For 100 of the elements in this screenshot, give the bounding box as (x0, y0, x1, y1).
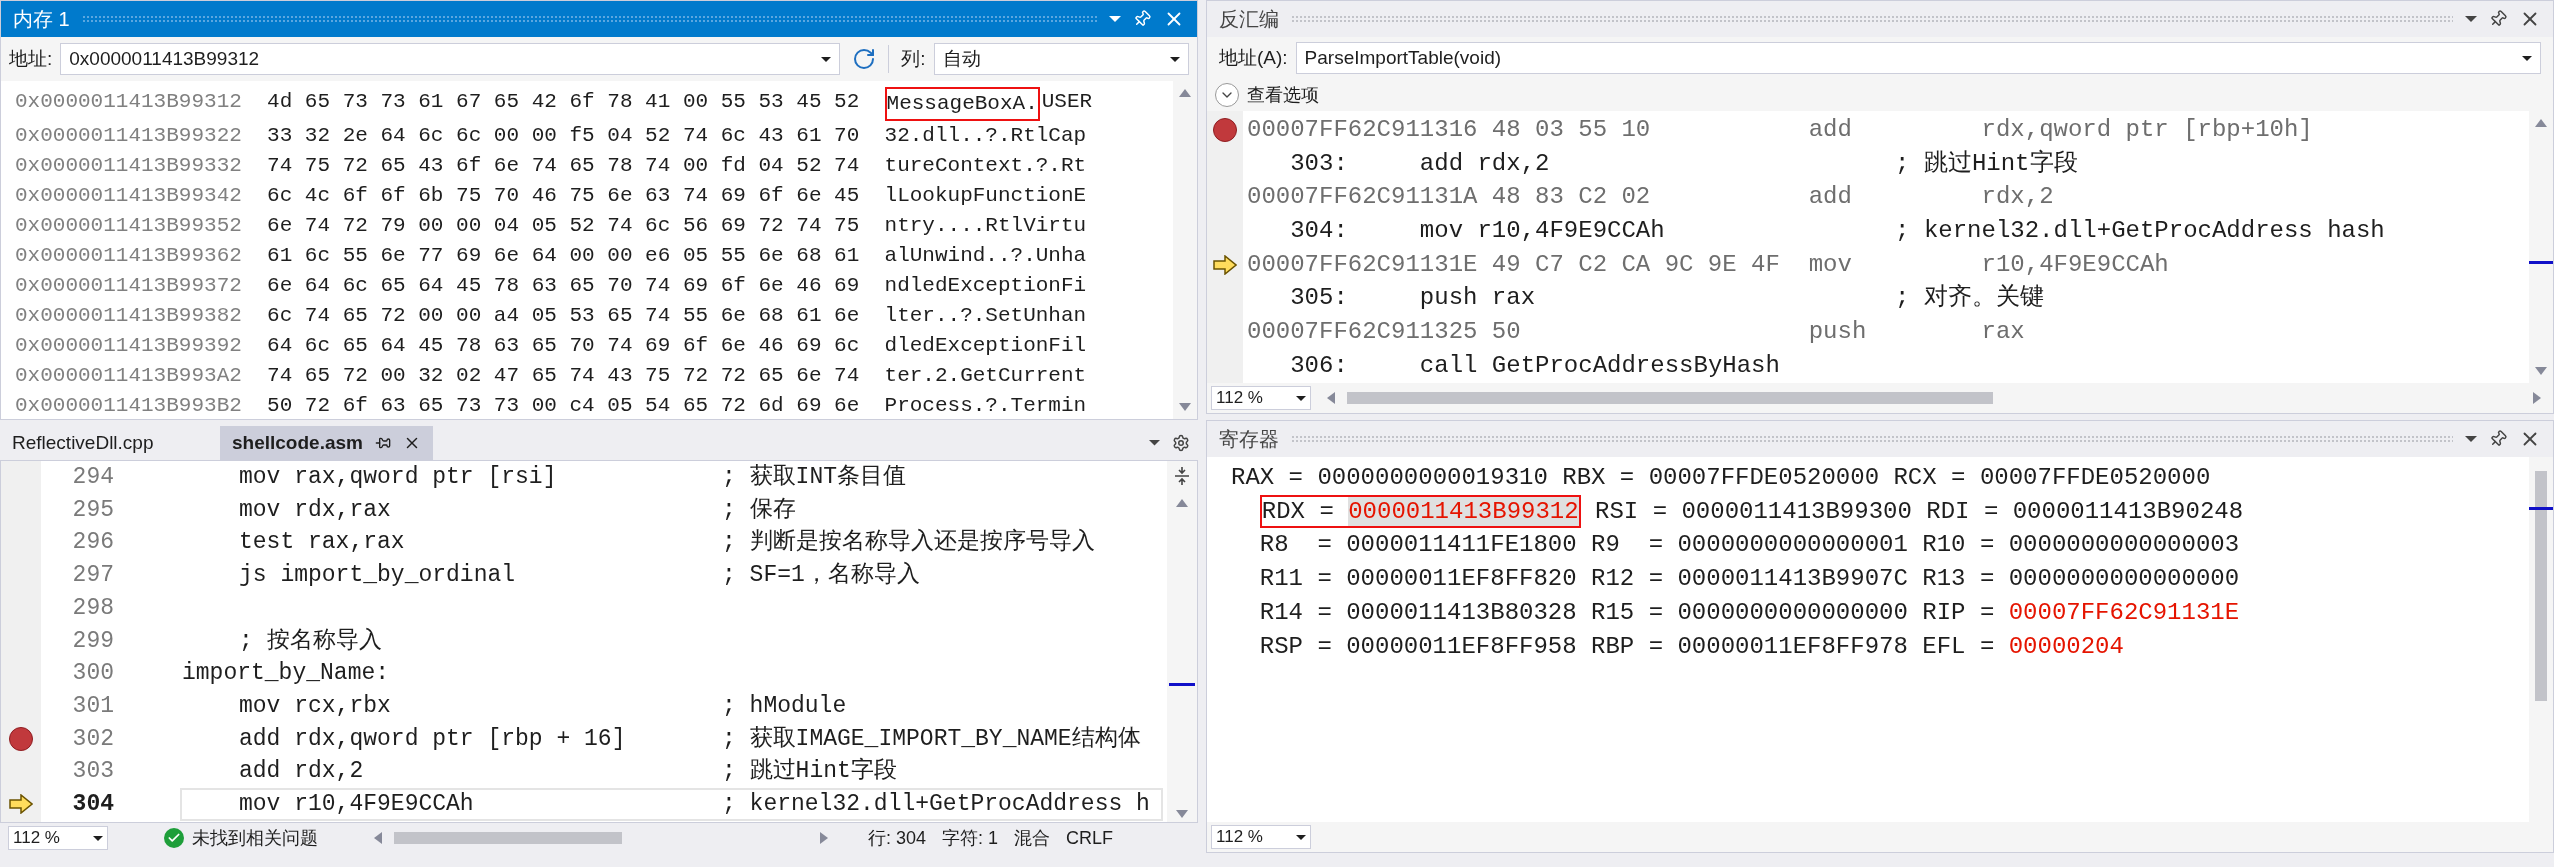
memory-ascii: dledExceptionFil (884, 333, 1087, 359)
register-value[interactable]: 00007FFDE0520000 (1648, 461, 1880, 495)
register-value[interactable]: 00007FF62C91131E (2008, 595, 2240, 630)
code-text: add rdx,2 (239, 758, 364, 785)
expand-icon[interactable] (1215, 83, 1239, 107)
zoom-select[interactable]: 112 % (1211, 386, 1311, 410)
dropdown-arrow-icon[interactable] (821, 56, 832, 62)
window-menu-icon[interactable] (2465, 436, 2477, 442)
issues-status[interactable]: 未找到相关问题 (192, 824, 318, 852)
vertical-scrollbar[interactable] (2529, 457, 2553, 822)
instruction-address: 00007FF62C911325 (1247, 316, 1478, 347)
code-comment: ; SF=1，名称导入 (722, 561, 920, 591)
dropdown-arrow-icon[interactable] (1296, 395, 1306, 401)
scroll-down-icon[interactable] (2535, 367, 2547, 375)
register-value[interactable]: 00000011EF8FF958 (1346, 629, 1577, 664)
dropdown-arrow-icon[interactable] (93, 835, 103, 841)
line-number: 299 (71, 626, 114, 656)
zoom-select[interactable]: 112 % (1211, 825, 1311, 849)
register-value[interactable]: 0000011413B80328 (1346, 595, 1577, 630)
scrollbar-thumb[interactable] (1347, 392, 1993, 404)
scroll-up-icon[interactable] (1179, 89, 1191, 97)
instruction-operands: rdx,2 (1981, 182, 2054, 213)
check-icon (164, 828, 184, 848)
dropdown-arrow-icon[interactable] (1296, 834, 1306, 840)
caret-position-marker (2529, 261, 2553, 264)
window-menu-icon[interactable] (2465, 16, 2477, 22)
memory-address: 0x0000011413B993A2 (15, 363, 243, 389)
scroll-down-icon[interactable] (1179, 403, 1191, 411)
register-value[interactable]: 00007FFDE0520000 (1979, 461, 2211, 495)
register-value[interactable]: 0000000000000000 (2008, 562, 2240, 596)
vertical-scrollbar[interactable] (1167, 461, 1197, 822)
refresh-icon[interactable] (852, 47, 877, 71)
pin-icon[interactable] (374, 435, 391, 451)
breakpoint-icon[interactable] (1213, 117, 1237, 142)
register-name: R10 = (1922, 530, 1995, 561)
zoom-select[interactable]: 112 % (8, 826, 108, 850)
file-tab[interactable]: shellcode.asm (220, 426, 433, 460)
instruction-bytes: 48 03 55 10 (1491, 114, 1651, 145)
scroll-up-icon[interactable] (2535, 119, 2547, 127)
settings-icon[interactable] (1172, 434, 1190, 452)
dropdown-arrow-icon[interactable] (1170, 56, 1180, 62)
register-value[interactable]: 0000000000000003 (2008, 528, 2240, 563)
split-handle-icon[interactable] (1173, 465, 1191, 487)
breakpoint-icon[interactable] (9, 726, 33, 751)
dropdown-arrow-icon[interactable] (2522, 55, 2532, 61)
register-name: R14 = (1259, 597, 1332, 628)
memory-hex: 61 6c 55 6e 77 69 6e 64 00 00 e6 05 55 6e 68 61 (267, 243, 861, 269)
instruction-mnemonic: add (1808, 115, 1852, 143)
code-text: mov rcx,rbx (239, 692, 391, 719)
register-value[interactable]: 0000000000019310 (1317, 461, 1548, 495)
address-field[interactable]: 0x0000011413B99312 (60, 43, 841, 75)
panel-title: 寄存器 (1219, 427, 1279, 452)
register-value[interactable]: 0000011413B9907C (1677, 562, 1908, 596)
scroll-right-icon[interactable] (820, 832, 828, 844)
breakpoint-margin[interactable] (1, 461, 41, 822)
register-value[interactable]: 00000011EF8FF820 (1346, 562, 1577, 596)
scroll-down-icon[interactable] (1176, 810, 1188, 818)
code-text: import_by_Name: (182, 660, 390, 687)
register-value[interactable]: 0000000000000000 (1677, 595, 1908, 630)
line-indicator[interactable]: 行: 304 (868, 824, 927, 852)
register-value[interactable]: 0000011413B99312 (1348, 496, 1579, 527)
address-field[interactable]: ParseImportTable(void) (1295, 42, 2541, 74)
register-value[interactable]: 0000011411FE1800 (1346, 528, 1577, 563)
scroll-left-icon[interactable] (374, 832, 382, 844)
scrollbar-thumb[interactable] (2535, 471, 2547, 701)
file-tab[interactable]: ReflectiveDll.cpp (0, 426, 220, 460)
window-menu-icon[interactable] (1109, 16, 1121, 22)
line-ending-indicator[interactable]: CRLF (1066, 824, 1114, 852)
memory-address: 0x0000011413B993B2 (15, 393, 243, 419)
address-label: 地址(A): (1219, 45, 1288, 70)
line-number: 296 (71, 528, 114, 558)
memory-hex: 6e 64 6c 65 64 45 78 63 65 70 74 69 6f 6e 46 69 (267, 273, 861, 299)
scroll-right-icon[interactable] (2533, 392, 2541, 404)
view-options-toggle[interactable]: 查看选项 (1247, 81, 1319, 109)
tab-list-icon[interactable] (1149, 440, 1160, 446)
code-text: mov rax,qword ptr [rsi] (239, 464, 557, 491)
columns-label: 列: (901, 46, 926, 71)
memory-ascii: ndledExceptionFi (884, 273, 1087, 299)
columns-select[interactable]: 自动 (933, 43, 1189, 75)
breakpoint-margin[interactable] (1207, 111, 1243, 383)
char-indicator[interactable]: 字符: 1 (942, 824, 999, 852)
line-number: 294 (71, 463, 114, 493)
scroll-up-icon[interactable] (1176, 499, 1188, 507)
memory-hex: 64 6c 65 64 45 78 63 65 70 74 69 6f 6e 46 69 6c (267, 333, 861, 359)
memory-address: 0x0000011413B99312 (15, 89, 243, 115)
code-comment: ; 获取IMAGE_IMPORT_BY_NAME结构体 (722, 724, 1141, 754)
register-name: EFL = (1922, 631, 1995, 662)
register-value[interactable]: 0000011413B99300 (1681, 494, 1912, 529)
register-name: RDI = (1926, 496, 1999, 527)
register-value[interactable]: 00000204 (2008, 629, 2124, 664)
register-value[interactable]: 00000011EF8FF978 (1677, 629, 1908, 664)
vertical-scrollbar[interactable] (1173, 81, 1197, 419)
tabs-mode-indicator[interactable]: 混合 (1014, 824, 1051, 852)
register-value[interactable]: 0000000000000001 (1677, 528, 1908, 563)
memory-ascii: tureContext.?.Rt (884, 153, 1087, 179)
scroll-left-icon[interactable] (1327, 392, 1335, 404)
scrollbar-thumb[interactable] (394, 832, 622, 844)
register-name: RDX = (1261, 496, 1334, 527)
source-code: add rdx,2 (1419, 149, 1550, 177)
register-value[interactable]: 0000011413B90248 (2012, 494, 2244, 529)
